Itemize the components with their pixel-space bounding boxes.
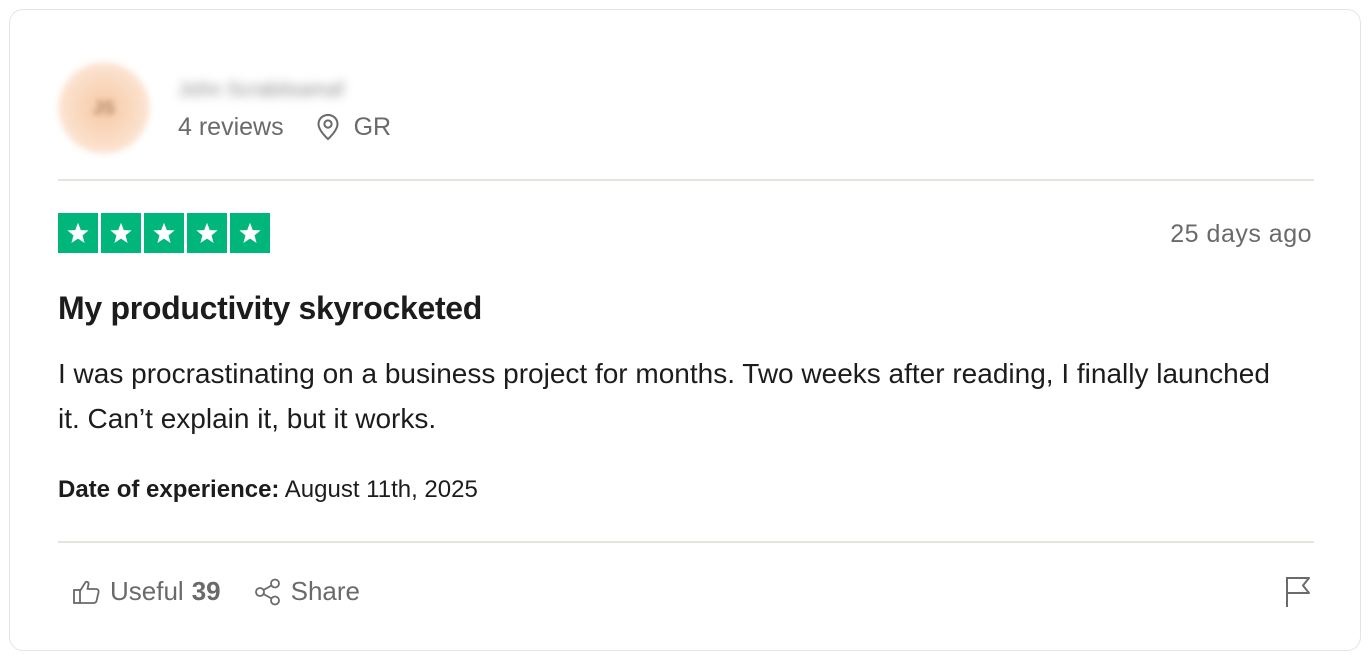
header-divider xyxy=(58,179,1314,181)
flag-icon xyxy=(1286,577,1310,607)
location-pin-icon xyxy=(317,113,339,141)
experience-date: August 11th, 2025 xyxy=(284,476,478,503)
reviewer-location: GR xyxy=(316,112,392,142)
date-of-experience: Date of experience: August 11th, 2025 xyxy=(58,476,478,504)
reviewer-name[interactable]: John Scrabitsamaf xyxy=(178,75,391,105)
reviewer-meta: 4 reviews GR xyxy=(178,113,391,142)
avatar-initials: JS xyxy=(92,97,116,118)
footer-divider xyxy=(58,541,1314,543)
share-button[interactable]: Share xyxy=(253,576,360,607)
thumbs-up-icon xyxy=(73,580,100,604)
avatar[interactable]: JS xyxy=(58,62,150,154)
review-title[interactable]: My productivity skyrocketed xyxy=(58,290,482,327)
star-icon xyxy=(58,213,98,253)
review-actions: Useful 39 Share xyxy=(72,576,360,607)
reviews-count: 4 reviews xyxy=(178,112,284,141)
report-flag-button[interactable] xyxy=(1284,575,1312,614)
useful-count: 39 xyxy=(191,576,221,606)
review-body: I was procrastinating on a business proj… xyxy=(58,358,1270,434)
star-icon xyxy=(144,213,184,253)
useful-label: Useful xyxy=(110,576,184,606)
star-icon xyxy=(230,213,270,253)
share-icon xyxy=(254,578,280,605)
experience-label: Date of experience: xyxy=(58,476,280,503)
star-icon xyxy=(187,213,227,253)
star-rating xyxy=(58,213,270,253)
review-card: JS John Scrabitsamaf 4 reviews GR 25 day… xyxy=(9,9,1361,651)
reviewer-country: GR xyxy=(353,112,392,141)
star-icon xyxy=(101,213,141,253)
share-label: Share xyxy=(290,576,361,606)
review-date: 25 days ago xyxy=(1170,220,1312,248)
reviewer-header: JS John Scrabitsamaf 4 reviews GR xyxy=(58,58,391,158)
useful-button[interactable]: Useful 39 xyxy=(72,576,221,607)
reviewer-info: John Scrabitsamaf 4 reviews GR xyxy=(178,75,391,142)
